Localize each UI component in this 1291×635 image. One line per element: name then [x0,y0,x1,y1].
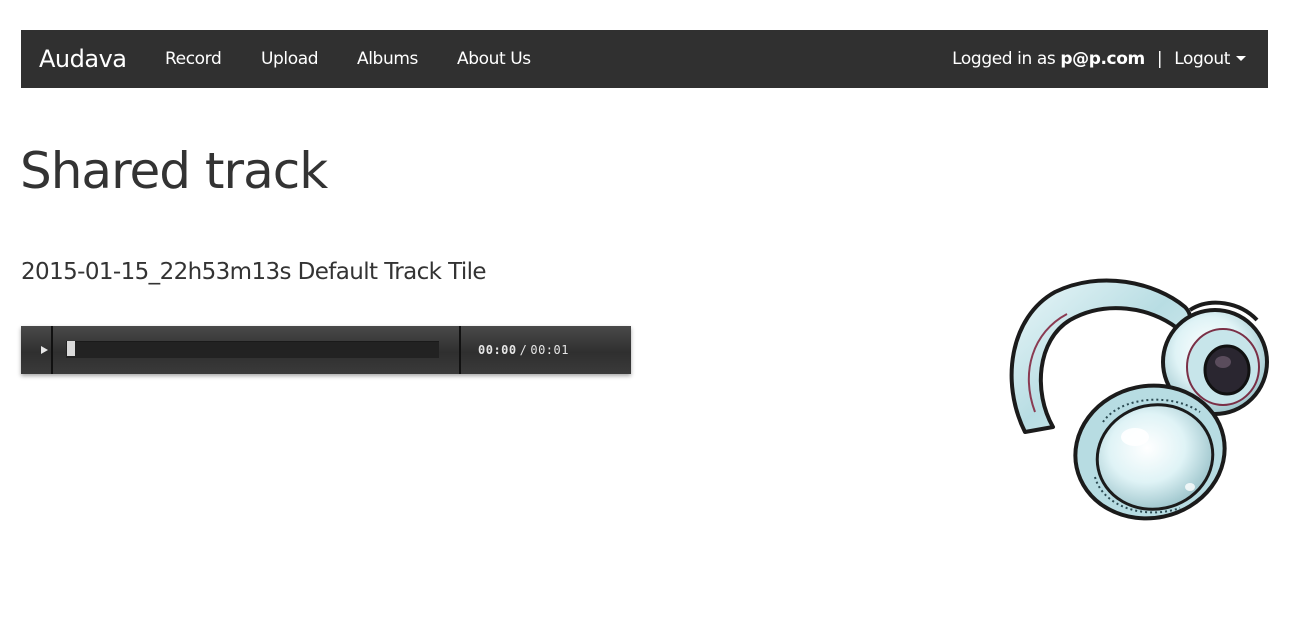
logged-in-label: Logged in as [952,49,1056,69]
nav-link-record[interactable]: Record [165,49,222,69]
audio-player: 00:00/00:01 [21,326,631,374]
time-display: 00:00/00:01 [478,343,569,357]
seek-bar[interactable] [66,341,439,358]
time-separator: / [519,343,528,357]
seek-handle[interactable] [67,341,75,356]
duration: 00:01 [530,343,569,357]
nav-link-upload[interactable]: Upload [261,49,319,69]
nav-link-about-us[interactable]: About Us [457,49,531,69]
time-divider [459,326,461,374]
page-title: Shared track [20,142,328,200]
play-button[interactable] [21,326,53,374]
nav-link-albums[interactable]: Albums [357,49,418,69]
logout-label: Logout [1174,49,1230,69]
top-navbar: Audava Record Upload Albums About Us Log… [21,30,1268,88]
headphones-illustration [1009,278,1269,521]
user-menu: Logged in as p@p.com | Logout [952,49,1246,69]
play-icon [41,346,48,354]
logout-dropdown[interactable]: Logout [1174,49,1246,69]
brand-logo[interactable]: Audava [39,45,127,73]
nav-separator: | [1156,49,1163,69]
track-title: 2015-01-15_22h53m13s Default Track Tile [21,259,487,285]
user-email: p@p.com [1060,49,1145,69]
current-time: 00:00 [478,343,517,357]
caret-down-icon [1236,55,1246,61]
